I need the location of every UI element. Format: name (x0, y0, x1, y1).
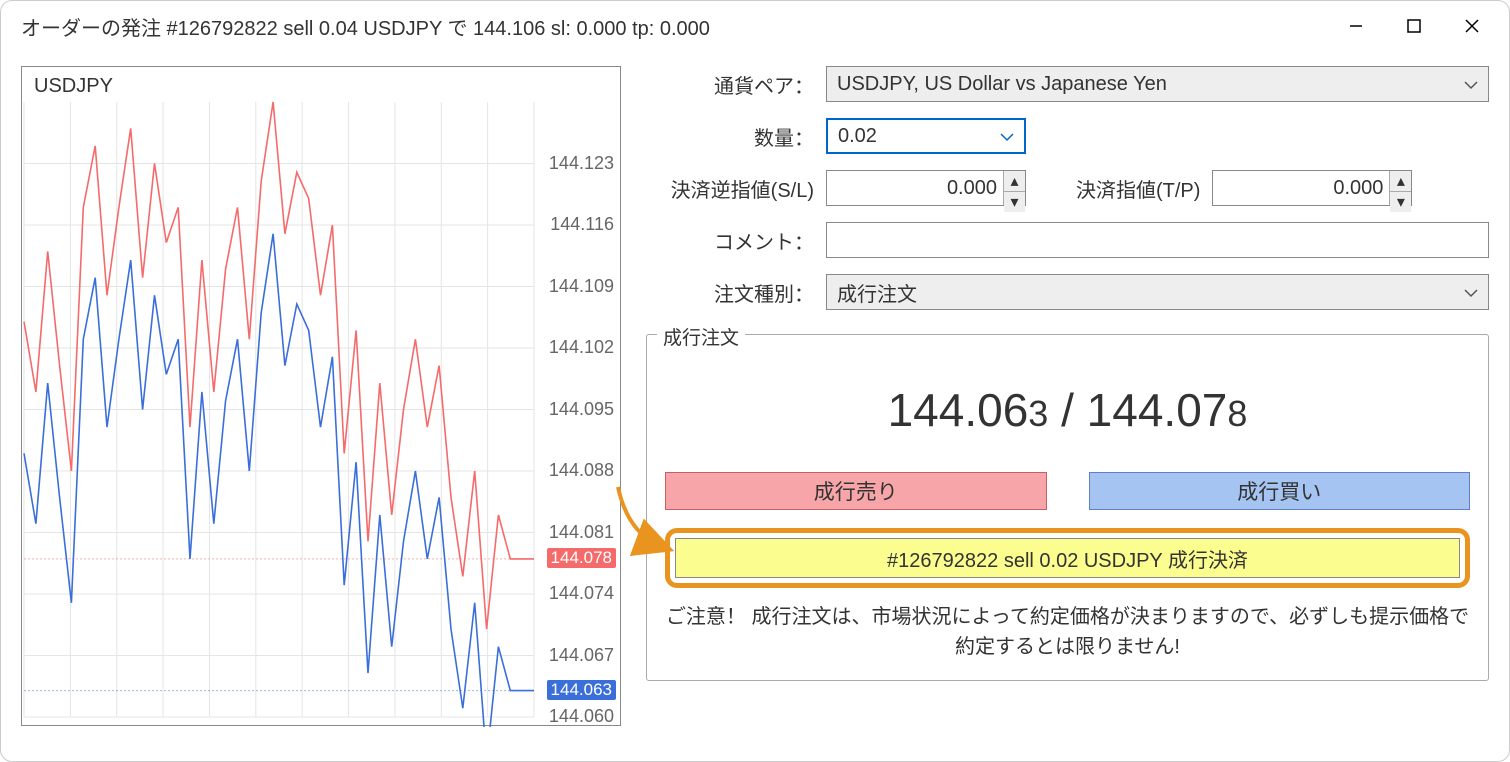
pair-row: 通貨ペア： USDJPY, US Dollar vs Japanese Yen (646, 66, 1489, 102)
sl-label: 決済逆指値(S/L) (646, 174, 826, 203)
spinner-up-icon[interactable]: ▴ (1390, 171, 1411, 192)
buy-sell-row: 成行売り 成行買い (665, 472, 1470, 510)
sl-tp-row: 決済逆指値(S/L) 0.000 ▴ ▾ 決済指値(T/P) 0.000 ▴ ▾ (646, 170, 1489, 206)
volume-value: 0.02 (838, 125, 877, 148)
axis-tick-label: 144.081 (549, 522, 614, 543)
sl-input[interactable]: 0.000 ▴ ▾ (826, 170, 1026, 206)
sell-button[interactable]: 成行売り (665, 472, 1047, 510)
spinner-down-icon[interactable]: ▾ (1390, 192, 1411, 212)
market-group-title: 成行注文 (657, 323, 745, 350)
spinner-up-icon[interactable]: ▴ (1004, 171, 1025, 192)
volume-row: 数量： 0.02 (646, 118, 1489, 154)
price-sep: / (1048, 384, 1086, 436)
close-button[interactable] (1443, 6, 1501, 46)
order-window: オーダーの発注 #126792822 sell 0.04 USDJPY で 14… (0, 0, 1510, 762)
axis-tick-label: 144.102 (549, 337, 614, 358)
chart-symbol-label: USDJPY (34, 75, 113, 98)
axis-tick-label: 144.116 (550, 214, 614, 235)
bid-small: 3 (1028, 393, 1048, 434)
bid-big: 144.06 (888, 384, 1029, 436)
bid-ask-display: 144.063 / 144.078 (665, 383, 1470, 437)
sl-spinner[interactable]: ▴ ▾ (1003, 171, 1025, 205)
type-row: 注文種別： 成行注文 (646, 274, 1489, 310)
chart-ask-tag: 144.078 (547, 548, 616, 568)
pair-select[interactable]: USDJPY, US Dollar vs Japanese Yen (826, 66, 1489, 102)
chart-bid-tag: 144.063 (547, 680, 616, 700)
chevron-down-icon (1000, 125, 1014, 148)
ask-big: 144.07 (1087, 384, 1228, 436)
close-order-highlight: #126792822 sell 0.02 USDJPY 成行決済 (665, 528, 1470, 588)
chevron-down-icon (1464, 281, 1478, 304)
maximize-button[interactable] (1385, 6, 1443, 46)
buy-button[interactable]: 成行買い (1089, 472, 1471, 510)
axis-tick-label: 144.123 (549, 153, 614, 174)
minimize-button[interactable] (1327, 6, 1385, 46)
window-controls (1327, 6, 1501, 46)
type-value: 成行注文 (837, 278, 917, 307)
market-warning-text: ご注意！ 成行注文は、市場状況によって約定価格が決まりますので、必ずしも提示価格… (665, 602, 1470, 662)
volume-label: 数量： (646, 122, 826, 151)
tp-label: 決済指値(T/P) (1076, 174, 1212, 203)
axis-tick-label: 144.088 (549, 460, 614, 481)
axis-tick-label: 144.074 (549, 583, 614, 604)
sl-value: 0.000 (827, 177, 1003, 200)
comment-label: コメント： (646, 226, 826, 255)
axis-tick-label: 144.109 (549, 276, 614, 297)
tp-input[interactable]: 0.000 ▴ ▾ (1212, 170, 1412, 206)
window-title: オーダーの発注 #126792822 sell 0.04 USDJPY で 14… (21, 12, 1327, 41)
type-select[interactable]: 成行注文 (826, 274, 1489, 310)
chart-panel: USDJPY 144.123 144.116 144.109 144.102 144.0… (21, 66, 621, 726)
titlebar: オーダーの発注 #126792822 sell 0.04 USDJPY で 14… (1, 1, 1509, 51)
spinner-down-icon[interactable]: ▾ (1004, 192, 1025, 212)
pair-label: 通貨ペア： (646, 70, 826, 99)
volume-select[interactable]: 0.02 (826, 118, 1026, 154)
pair-value: USDJPY, US Dollar vs Japanese Yen (837, 73, 1167, 96)
axis-tick-label: 144.067 (549, 645, 614, 666)
axis-tick-label: 144.060 (549, 706, 614, 727)
comment-input[interactable] (826, 222, 1489, 258)
ask-small: 8 (1227, 393, 1247, 434)
order-form: 通貨ペア： USDJPY, US Dollar vs Japanese Yen … (646, 66, 1489, 741)
chevron-down-icon (1464, 73, 1478, 96)
axis-tick-label: 144.095 (549, 399, 614, 420)
market-order-group: 成行注文 144.063 / 144.078 成行売り 成行買い #126792… (646, 334, 1489, 681)
price-chart (22, 67, 622, 727)
comment-row: コメント： (646, 222, 1489, 258)
tp-spinner[interactable]: ▴ ▾ (1389, 171, 1411, 205)
close-order-button[interactable]: #126792822 sell 0.02 USDJPY 成行決済 (675, 538, 1460, 578)
type-label: 注文種別： (646, 278, 826, 307)
tp-value: 0.000 (1213, 177, 1389, 200)
